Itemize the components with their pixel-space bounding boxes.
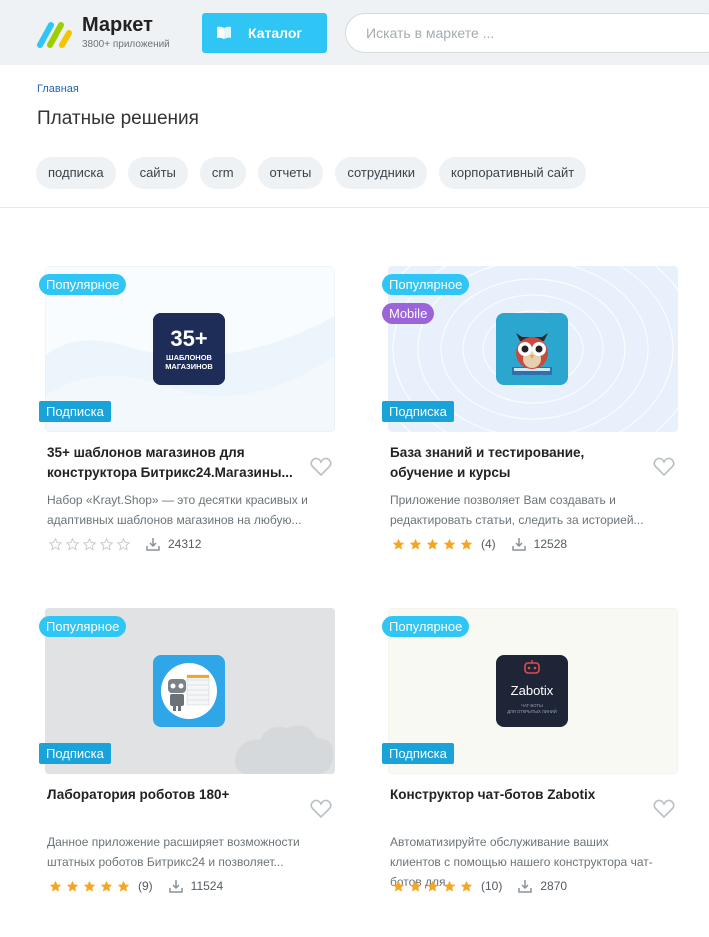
catalog-button[interactable]: Каталог — [202, 13, 327, 53]
icon-text-small-1: ШАБЛОНОВ — [166, 353, 213, 362]
subscription-badge: Подписка — [382, 401, 454, 422]
app-description: Приложение позволяет Вам создавать и ред… — [390, 493, 644, 527]
app-meta: (9) 11524 — [49, 878, 223, 894]
app-description: Данное приложение расширяет возможности … — [47, 835, 300, 869]
book-icon — [217, 26, 231, 39]
divider — [0, 207, 709, 208]
popular-badge: Популярное — [382, 274, 470, 295]
rating-stars — [49, 880, 130, 893]
app-title[interactable]: Конструктор чат-ботов Zabotix — [390, 785, 640, 805]
star-empty-icon — [66, 537, 79, 551]
tag-crm[interactable]: crm — [199, 157, 246, 189]
download-icon — [146, 538, 160, 551]
app-card[interactable]: 35+ ШАБЛОНОВ МАГАЗИНОВ Популярное Подпис… — [39, 266, 335, 566]
breadcrumb-home[interactable]: Главная — [37, 83, 79, 95]
search-input[interactable] — [345, 13, 709, 53]
heart-icon[interactable] — [653, 457, 675, 477]
subscription-badge: Подписка — [382, 743, 454, 764]
app-title[interactable]: База знаний и тестирование, обучение и к… — [390, 443, 640, 483]
popular-badge: Популярное — [382, 616, 470, 637]
bitrix-market-logo-icon[interactable] — [37, 17, 75, 49]
catalog-label: Каталог — [248, 25, 303, 41]
star-filled-icon — [409, 880, 422, 892]
star-filled-icon — [409, 538, 422, 550]
star-filled-icon — [426, 538, 439, 550]
heart-icon[interactable] — [653, 799, 675, 819]
rating-stars — [392, 538, 473, 551]
download-count: 2870 — [540, 879, 568, 893]
app-card[interactable]: Популярное Подписка Лаборатория роботов … — [39, 608, 335, 908]
rating-count: (10) — [481, 879, 503, 893]
tag-corporate-site[interactable]: корпоративный сайт — [439, 157, 587, 189]
download-icon — [518, 880, 533, 893]
star-filled-icon — [100, 880, 113, 892]
app-title[interactable]: Лаборатория роботов 180+ — [47, 785, 297, 805]
star-filled-icon — [443, 538, 456, 550]
app-meta: 24312 — [49, 536, 201, 552]
app-meta: (4) 12528 — [392, 536, 567, 552]
page-title: Платные решения — [37, 108, 199, 129]
icon-subtext-2: ДЛЯ ОТКРЫТЫХ ЛИНИЙ — [507, 709, 557, 714]
app-card[interactable]: Популярное Mobile Подписка База знаний и… — [382, 266, 678, 566]
heart-icon[interactable] — [310, 799, 332, 819]
tag-reports[interactable]: отчеты — [257, 157, 324, 189]
rating-count: (4) — [481, 537, 496, 551]
tag-list: подписка сайты crm отчеты сотрудники кор… — [36, 157, 587, 189]
star-filled-icon — [460, 538, 473, 550]
star-filled-icon — [49, 880, 62, 892]
heart-icon[interactable] — [310, 457, 332, 477]
mobile-badge: Mobile — [382, 303, 435, 324]
app-description: Набор «Krayt.Shop» — это десятки красивы… — [47, 493, 308, 527]
icon-text-small-2: МАГАЗИНОВ — [165, 362, 213, 371]
icon-brand-text: Zabotix — [511, 683, 554, 698]
app-title[interactable]: 35+ шаблонов магазинов для конструктора … — [47, 443, 297, 483]
app-meta: (10) 2870 — [392, 878, 567, 894]
rating-stars — [49, 537, 130, 551]
tag-employees[interactable]: сотрудники — [335, 157, 428, 189]
star-filled-icon — [66, 880, 79, 892]
icon-subtext-1: ЧАТ-БОТЫ — [521, 703, 543, 708]
star-empty-icon — [100, 537, 113, 551]
star-empty-icon — [117, 537, 130, 551]
tag-subscription[interactable]: подписка — [36, 157, 116, 189]
star-empty-icon — [49, 537, 62, 551]
star-filled-icon — [443, 880, 456, 892]
zabotix-icon: Zabotix ЧАТ-БОТЫ ДЛЯ ОТКРЫТЫХ ЛИНИЙ — [496, 655, 568, 727]
icon-text-big: 35+ — [170, 326, 207, 351]
header: Маркет 3800+ приложений Каталог — [0, 0, 709, 65]
app-icon — [496, 313, 568, 385]
market-title: Маркет — [82, 14, 153, 36]
apps-count: 3800+ приложений — [82, 39, 170, 50]
app-icon — [153, 655, 225, 727]
download-count: 24312 — [168, 537, 202, 551]
owl-icon — [496, 313, 568, 385]
robot-icon — [153, 655, 225, 727]
star-filled-icon — [83, 880, 96, 892]
app-icon: Zabotix ЧАТ-БОТЫ ДЛЯ ОТКРЫТЫХ ЛИНИЙ — [496, 655, 568, 727]
rating-count: (9) — [138, 879, 153, 893]
app-card[interactable]: Zabotix ЧАТ-БОТЫ ДЛЯ ОТКРЫТЫХ ЛИНИЙ Попу… — [382, 608, 678, 908]
app-icon: 35+ ШАБЛОНОВ МАГАЗИНОВ — [153, 313, 225, 385]
subscription-badge: Подписка — [39, 401, 111, 422]
star-filled-icon — [392, 538, 405, 550]
popular-badge: Популярное — [39, 616, 127, 637]
tag-sites[interactable]: сайты — [127, 157, 188, 189]
download-count: 11524 — [190, 879, 224, 893]
star-empty-icon — [83, 537, 96, 551]
rating-stars — [392, 880, 473, 893]
star-filled-icon — [460, 880, 473, 892]
popular-badge: Популярное — [39, 274, 127, 295]
star-filled-icon — [117, 880, 130, 892]
star-filled-icon — [392, 880, 405, 892]
download-icon — [511, 538, 526, 551]
subscription-badge: Подписка — [39, 743, 111, 764]
download-count: 12528 — [533, 537, 568, 551]
star-filled-icon — [426, 880, 439, 892]
download-icon — [168, 880, 183, 893]
